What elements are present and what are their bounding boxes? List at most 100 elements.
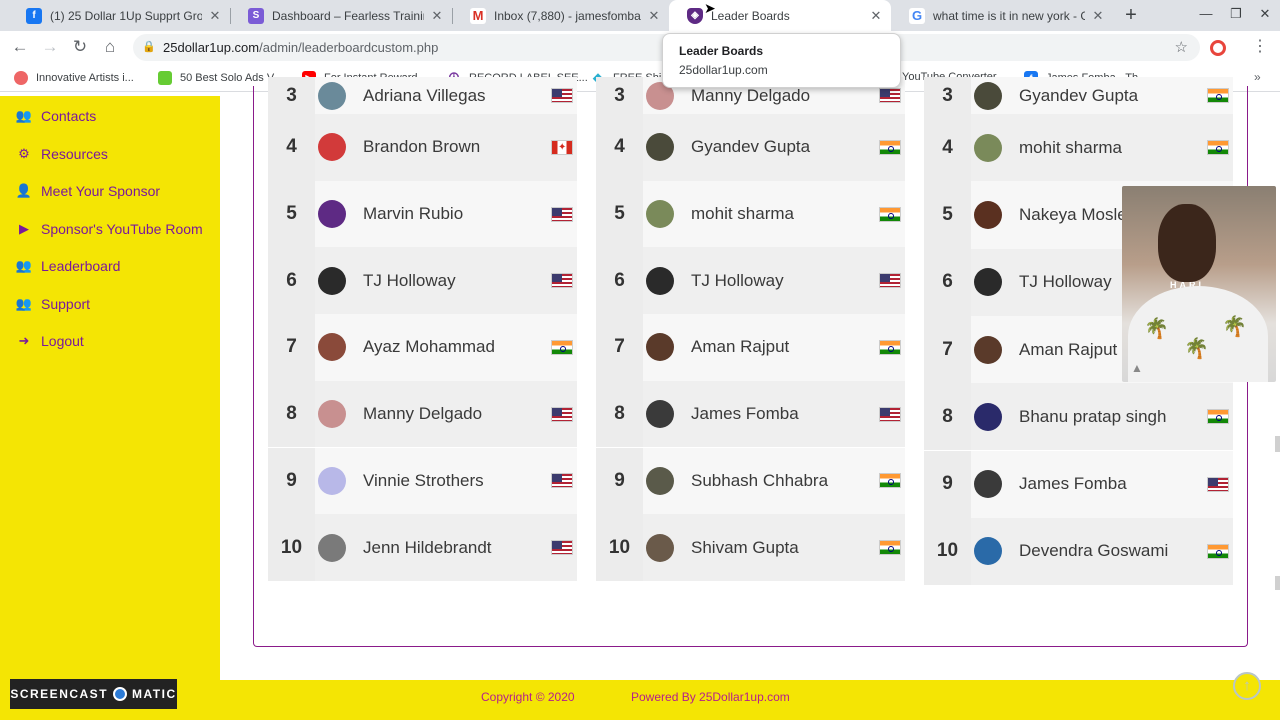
member-name: Jenn Hildebrandt (363, 537, 492, 557)
country-flag-in-icon (1207, 543, 1229, 559)
sidebar-item-label: Contacts (41, 108, 97, 124)
sidebar-item-contacts[interactable]: 👥 Contacts (15, 108, 96, 124)
browser-toolbar: ← → ↻ ⌂ 🔒 25dollar1up.com/admin/leaderbo… (0, 31, 1280, 64)
menu-kebab-icon[interactable]: ⋮ (1252, 36, 1268, 56)
url-text: 25dollar1up.com/admin/leaderboardcustom.… (163, 34, 438, 61)
country-flag-us-icon (551, 406, 573, 422)
avatar (974, 470, 1002, 499)
sidebar-item-meet-your-sponsor[interactable]: 👤 Meet Your Sponsor (15, 183, 160, 199)
country-flag-us-icon (551, 473, 573, 489)
lock-icon: 🔒 (142, 41, 156, 53)
leaderboard-row: 10 Devendra Goswami (924, 517, 1233, 586)
leaderboard-row: 7 Aman Rajput (596, 314, 905, 381)
sidebar-item-support[interactable]: 👥 Support (15, 296, 90, 312)
avatar (318, 81, 346, 110)
member-name: Gyandev Gupta (691, 137, 811, 157)
rank-number: 10 (924, 517, 971, 586)
avatar (318, 400, 346, 429)
minimize-icon[interactable]: — (1197, 6, 1215, 21)
close-tab-icon[interactable]: ✕ (1091, 8, 1105, 24)
users-icon: 👥 (15, 108, 33, 123)
country-flag-in-icon (1207, 88, 1229, 103)
restore-icon[interactable]: ❐ (1227, 6, 1245, 22)
rank-number: 9 (268, 447, 315, 515)
country-flag-us-icon (879, 273, 901, 289)
sidebar-item-label: Meet Your Sponsor (41, 183, 161, 199)
tab-google[interactable]: G what time is it in new york - Goo ✕ (891, 0, 1113, 31)
back-arrow-icon[interactable]: ← (10, 37, 30, 57)
leaderboard-row: 9 Vinnie Strothers (268, 447, 577, 515)
sidebar-item-youtube-room[interactable]: ▶ Sponsor's YouTube Room (15, 221, 203, 237)
watermark-right: MATIC (132, 687, 177, 701)
country-flag-us-icon (551, 88, 573, 103)
avatar (974, 81, 1002, 110)
avatar (318, 200, 346, 229)
close-tab-icon[interactable]: ✕ (430, 8, 444, 24)
sidebar-item-resources[interactable]: ⚙ Resources (15, 146, 108, 162)
avatar (318, 533, 346, 562)
tab-leader-boards[interactable]: ◈ Leader Boards ✕ (669, 0, 891, 31)
logout-icon: ➜ (18, 333, 30, 348)
palm-print-icon: 🌴 (1184, 338, 1209, 360)
close-tab-icon[interactable]: ✕ (869, 8, 883, 24)
avatar (646, 133, 674, 162)
sidebar-item-leaderboard[interactable]: 👥 Leaderboard (15, 258, 121, 274)
rank-number: 5 (924, 181, 971, 249)
avatar (974, 268, 1002, 297)
bookmark-label: Innovative Artists i... (36, 72, 134, 84)
bookmark-star-icon[interactable]: ☆ (1175, 34, 1188, 61)
tooltip-title: Leader Boards (679, 44, 764, 58)
tab-gmail[interactable]: M Inbox (7,880) - jamesfomba@gm ✕ (452, 0, 669, 31)
gmail-icon: M (470, 7, 486, 24)
tab-dashboard[interactable]: S Dashboard – Fearless Training Ac ✕ (230, 0, 452, 31)
browser-tabstrip: f (1) 25 Dollar 1Up Supprt Group ✕ S Das… (0, 0, 1280, 31)
leaderboard-row: 10 Jenn Hildebrandt (268, 514, 577, 581)
rank-number: 4 (596, 114, 643, 181)
url-path: /admin/leaderboardcustom.php (259, 40, 439, 55)
site-s-icon: S (248, 7, 264, 24)
scroll-edge-marker (1275, 436, 1280, 452)
leaderboard-row: 8 Bhanu pratap singh (924, 383, 1233, 451)
scroll-to-top-button[interactable]: ↑ (1233, 672, 1261, 700)
rank-number: 5 (596, 180, 643, 248)
avatar (646, 400, 674, 429)
sidebar-item-logout[interactable]: ➜ Logout (15, 333, 84, 349)
tab-facebook[interactable]: f (1) 25 Dollar 1Up Supprt Group ✕ (8, 0, 230, 31)
member-name: mohit sharma (691, 204, 794, 224)
member-name: TJ Holloway (363, 270, 456, 290)
users-icon: 👥 (15, 296, 33, 311)
webcam-resize-icon[interactable]: ▲ (1131, 361, 1143, 375)
country-flag-ca-icon (551, 139, 573, 155)
sidebar: 👥 Contacts ⚙ Resources 👤 Meet Your Spons… (0, 96, 220, 720)
member-name: Ayaz Mohammad (363, 337, 495, 357)
bookmark-item[interactable]: Innovative Artists i... (14, 71, 134, 85)
avatar (974, 200, 1002, 229)
close-tab-icon[interactable]: ✕ (208, 8, 222, 24)
powered-by-link[interactable]: Powered By 25Dollar1up.com (631, 690, 790, 704)
palm-print-icon: 🌴 (1222, 316, 1247, 338)
bookmark-item[interactable]: 50 Best Solo Ads V... (158, 71, 282, 85)
reload-icon[interactable]: ↻ (70, 37, 90, 57)
forward-arrow-icon[interactable]: → (40, 37, 60, 57)
rank-number: 7 (596, 314, 643, 381)
avatar (318, 266, 346, 295)
leaderboard-row: 6 TJ Holloway (596, 247, 905, 315)
avatar (646, 200, 674, 229)
tab-title: (1) 25 Dollar 1Up Supprt Group (50, 8, 202, 23)
country-flag-in-icon (551, 339, 573, 355)
member-name: Manny Delgado (691, 85, 811, 105)
more-bookmarks-icon[interactable]: » (1254, 70, 1261, 84)
rank-number: 3 (924, 77, 971, 114)
webcam-person-head (1158, 204, 1216, 282)
rank-number: 8 (924, 383, 971, 451)
member-name: Manny Delgado (363, 404, 483, 424)
close-window-icon[interactable]: ✕ (1256, 6, 1274, 22)
extension-icon[interactable] (1210, 40, 1226, 56)
avatar (318, 133, 346, 162)
close-tab-icon[interactable]: ✕ (647, 8, 661, 24)
home-icon[interactable]: ⌂ (100, 37, 120, 57)
bookmark-label: 50 Best Solo Ads V... (180, 72, 283, 84)
new-tab-button[interactable]: + (1122, 4, 1140, 26)
sidebar-item-label: Support (41, 296, 91, 312)
rank-number: 4 (268, 114, 315, 181)
